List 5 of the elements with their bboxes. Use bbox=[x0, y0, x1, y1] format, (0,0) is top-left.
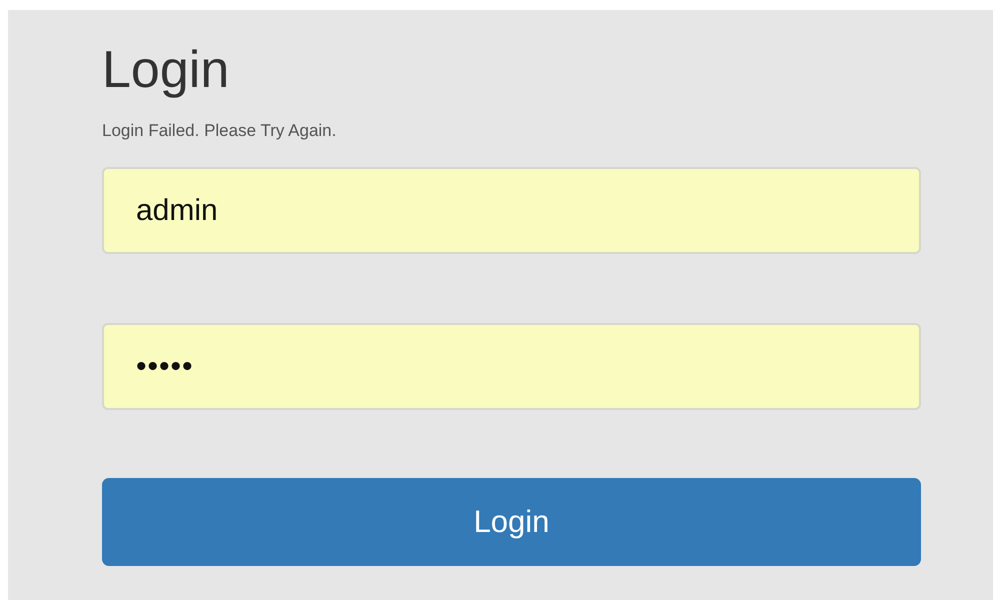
error-message: Login Failed. Please Try Again. bbox=[102, 120, 338, 142]
username-field[interactable]: admin bbox=[102, 167, 921, 254]
password-field[interactable]: ••••• bbox=[102, 323, 921, 410]
page-title: Login bbox=[102, 40, 230, 100]
login-button[interactable]: Login bbox=[102, 478, 921, 566]
